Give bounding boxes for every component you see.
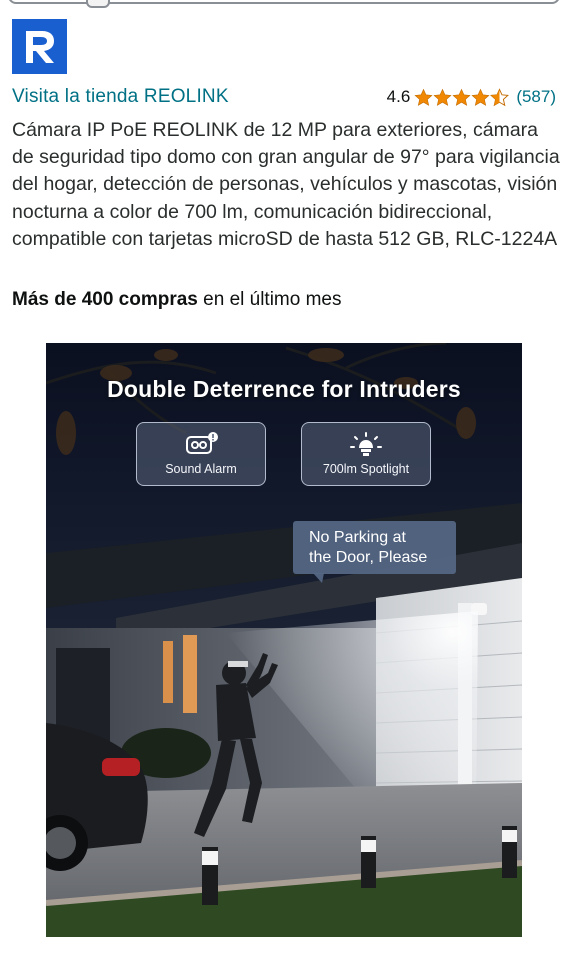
feature-label: Sound Alarm	[165, 462, 237, 476]
hero-headline: Double Deterrence for Intruders	[107, 376, 461, 402]
feature-label: 700lm Spotlight	[322, 462, 410, 476]
purchase-count-bold: Más de 400 compras	[12, 289, 198, 310]
star-half-icon	[490, 87, 510, 106]
siren-icon	[186, 432, 218, 454]
spotlight-icon	[350, 432, 382, 456]
star-full-icon	[414, 88, 433, 106]
speech-line: the Door, Please	[309, 549, 428, 566]
visit-store-link[interactable]: Visita la tienda REOLINK	[12, 86, 229, 108]
star-full-icon	[433, 88, 452, 106]
feature-card-spotlight: 700lm Spotlight	[301, 422, 431, 486]
speech-bubble: No Parking at the Door, Please	[293, 521, 456, 583]
feature-card-sound-alarm: Sound Alarm	[136, 422, 266, 486]
purchase-count: Más de 400 compras en el último mes	[12, 289, 342, 311]
product-title: Cámara IP PoE REOLINK de 12 MP para exte…	[12, 119, 560, 250]
store-rating-row: Visita la tienda REOLINK 4.6 (587)	[12, 84, 556, 110]
product-image[interactable]: Double Deterrence for Intruders Sound Al…	[46, 343, 522, 937]
star-rating[interactable]	[414, 87, 510, 107]
star-full-icon	[471, 88, 490, 106]
rating-count-link[interactable]: (587)	[516, 87, 556, 107]
star-full-icon	[452, 88, 471, 106]
rating-summary[interactable]: 4.6 (587)	[387, 87, 556, 107]
night-garage-scene	[46, 343, 522, 937]
reolink-logo-icon	[25, 30, 54, 63]
search-bar-handle[interactable]	[86, 0, 110, 8]
brand-logo[interactable]	[12, 19, 67, 74]
rating-value: 4.6	[386, 87, 411, 106]
speech-line: No Parking at	[309, 529, 406, 546]
purchase-count-rest: en el último mes	[197, 289, 342, 310]
